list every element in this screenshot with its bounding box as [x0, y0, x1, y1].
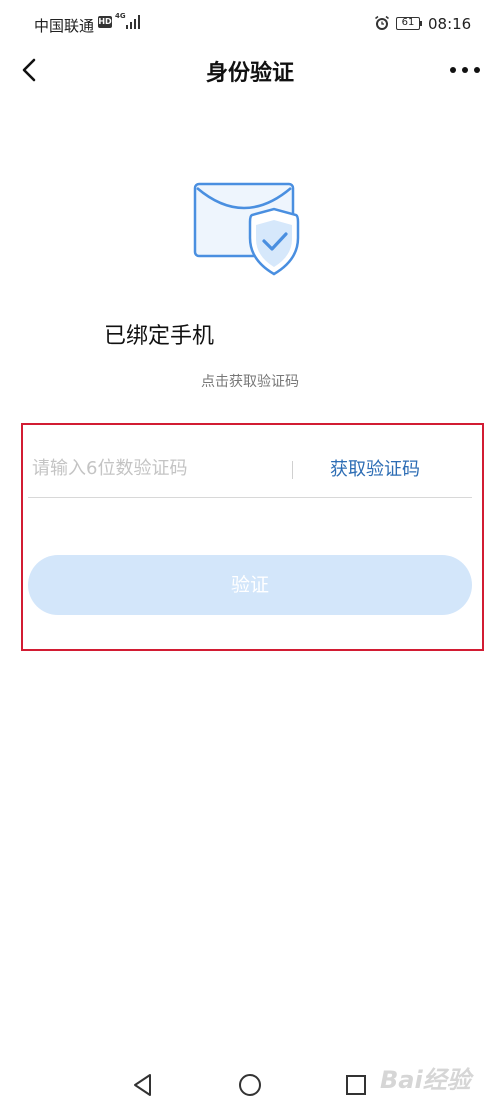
- nav-recent-icon[interactable]: [345, 1074, 367, 1096]
- verify-button[interactable]: 验证: [28, 555, 472, 615]
- hint-text: 点击获取验证码: [0, 371, 500, 391]
- clock: 08:16: [428, 15, 472, 33]
- input-underline: [28, 497, 472, 498]
- battery-icon: 61: [396, 17, 420, 30]
- battery-tip: [420, 21, 422, 26]
- input-divider: [292, 461, 293, 479]
- envelope-shield-icon: [193, 182, 300, 276]
- hd-badge: HD: [98, 16, 112, 28]
- network-type: 4G: [115, 12, 126, 20]
- carrier-label: 中国联通: [34, 17, 95, 35]
- nav-back-icon[interactable]: [132, 1073, 154, 1097]
- alarm-icon: [375, 15, 389, 30]
- signal-icon: [126, 15, 140, 29]
- hint-label: 点击获取验证码: [201, 374, 299, 390]
- verification-code-input[interactable]: [32, 448, 282, 488]
- get-code-button[interactable]: 获取验证码: [330, 455, 420, 481]
- nav-home-icon[interactable]: [238, 1073, 262, 1097]
- page-title: 身份验证: [205, 61, 294, 86]
- bound-phone-label: 已绑定手机: [104, 324, 215, 349]
- more-icon[interactable]: [449, 66, 481, 74]
- status-bar: 中国联通 HD 4G 61 08:16: [0, 0, 500, 48]
- watermark: Bai经验: [380, 1066, 471, 1094]
